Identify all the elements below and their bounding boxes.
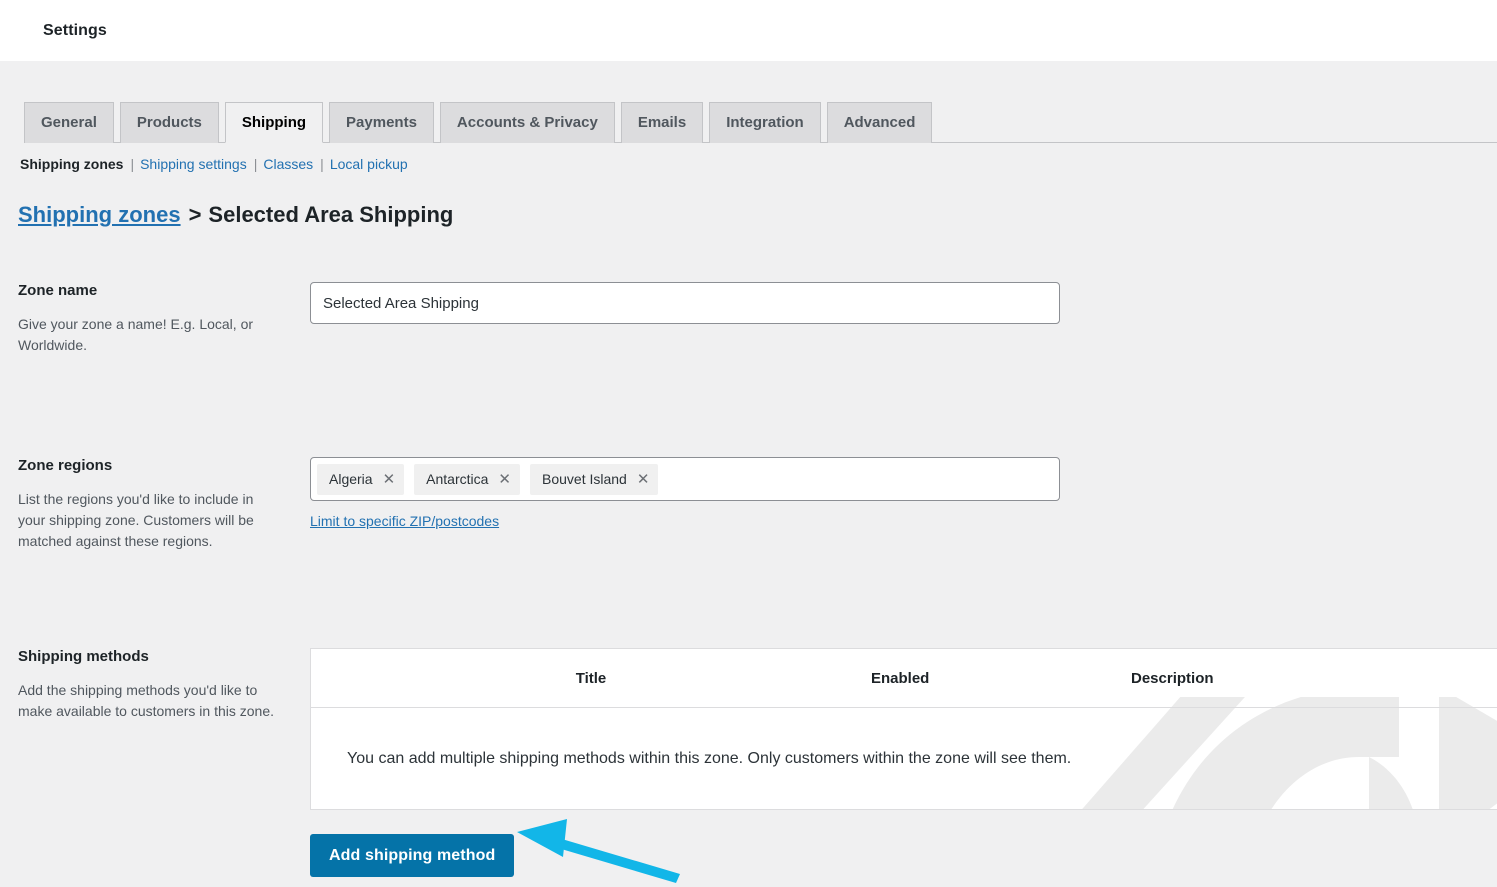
close-icon[interactable]: ✕ [383, 472, 396, 487]
region-token-bouvet-island[interactable]: Bouvet Island ✕ [530, 463, 659, 495]
add-shipping-method-row: Add shipping method [0, 834, 1497, 877]
tab-shipping[interactable]: Shipping [224, 102, 324, 143]
subnav-item-shipping-settings[interactable]: Shipping settings [140, 156, 247, 172]
close-icon[interactable]: ✕ [637, 472, 650, 487]
tab-general[interactable]: General [24, 102, 114, 143]
region-token-antarctica[interactable]: Antarctica ✕ [414, 463, 520, 495]
shipping-subnav: Shipping zones | Shipping settings | Cla… [0, 143, 1497, 172]
close-icon[interactable]: ✕ [498, 472, 511, 487]
shipping-methods-heading: Shipping methods [18, 648, 149, 665]
zone-regions-heading: Zone regions [18, 457, 113, 474]
shipping-methods-table: Title Enabled Description You can add mu… [310, 648, 1497, 810]
tab-payments[interactable]: Payments [329, 102, 434, 143]
zone-regions-field-block: Algeria ✕ Antarctica ✕ Bouvet Island ✕ L… [310, 457, 1497, 531]
zone-name-row: Zone name Give your zone a name! E.g. Lo… [0, 282, 1497, 356]
breadcrumb: Shipping zones > Selected Area Shipping [0, 172, 1497, 228]
zone-name-description: Give your zone a name! E.g. Local, or Wo… [18, 316, 254, 353]
tab-general-label: General [41, 114, 97, 131]
zone-name-field-block [310, 282, 1497, 324]
tab-accounts-privacy[interactable]: Accounts & Privacy [439, 102, 615, 143]
column-header-description: Description [1131, 669, 1214, 687]
add-shipping-method-button[interactable]: Add shipping method [310, 834, 515, 877]
tab-accounts-privacy-label: Accounts & Privacy [456, 114, 598, 131]
shipping-methods-table-header: Title Enabled Description [311, 649, 1497, 708]
settings-tabs: General Products Shipping Payments Accou… [24, 102, 1497, 143]
subnav-item-local-pickup[interactable]: Local pickup [330, 156, 408, 172]
subnav-separator-3: | [320, 156, 324, 172]
zone-name-input[interactable] [310, 282, 1060, 324]
column-header-title: Title [575, 669, 607, 687]
breadcrumb-current-zone: Selected Area Shipping [208, 202, 454, 227]
zone-regions-input[interactable]: Algeria ✕ Antarctica ✕ Bouvet Island ✕ [310, 457, 1060, 501]
tab-integration[interactable]: Integration [709, 102, 821, 143]
page-title: Settings [43, 21, 107, 39]
tab-shipping-label: Shipping [241, 113, 307, 131]
region-token-label: Antarctica [426, 471, 489, 487]
zone-regions-description: List the regions you'd like to include i… [18, 491, 254, 549]
shipping-methods-description: Add the shipping methods you'd like to m… [18, 682, 275, 719]
subnav-separator-2: | [253, 156, 258, 172]
zone-regions-row: Zone regions List the regions you'd like… [0, 457, 1497, 552]
zone-name-heading: Zone name [18, 282, 98, 299]
zone-name-label-block: Zone name Give your zone a name! E.g. Lo… [18, 282, 310, 356]
zone-regions-label-block: Zone regions List the regions you'd like… [18, 457, 310, 552]
region-token-label: Algeria [329, 471, 373, 487]
shipping-methods-row: Shipping methods Add the shipping method… [0, 648, 1497, 810]
shipping-methods-field-block: Title Enabled Description You can add mu… [310, 648, 1497, 810]
column-header-enabled: Enabled [871, 669, 930, 687]
tab-advanced-label: Advanced [843, 114, 916, 131]
tab-advanced[interactable]: Advanced [826, 102, 933, 143]
subnav-item-shipping-zones[interactable]: Shipping zones [20, 156, 123, 172]
tab-emails[interactable]: Emails [620, 102, 704, 143]
subnav-separator-1: | [130, 156, 135, 172]
breadcrumb-link-shipping-zones[interactable]: Shipping zones [18, 202, 181, 228]
region-token-label: Bouvet Island [542, 471, 627, 487]
tab-payments-label: Payments [346, 114, 417, 131]
shipping-methods-empty-row: You can add multiple shipping methods wi… [311, 708, 1497, 809]
breadcrumb-separator: > [188, 202, 202, 227]
app-header: Settings [0, 0, 1497, 61]
shipping-methods-empty-message: You can add multiple shipping methods wi… [347, 749, 1072, 767]
limit-to-zip-postcodes-link[interactable]: Limit to specific ZIP/postcodes [310, 513, 499, 529]
tab-products-label: Products [136, 114, 202, 131]
subnav-item-classes[interactable]: Classes [263, 156, 313, 172]
settings-tabs-container: General Products Shipping Payments Accou… [0, 61, 1497, 143]
tab-integration-label: Integration [726, 114, 804, 131]
tab-products[interactable]: Products [119, 102, 219, 143]
region-token-algeria[interactable]: Algeria ✕ [317, 463, 405, 495]
shipping-methods-label-block: Shipping methods Add the shipping method… [18, 648, 310, 722]
tab-emails-label: Emails [637, 114, 687, 131]
